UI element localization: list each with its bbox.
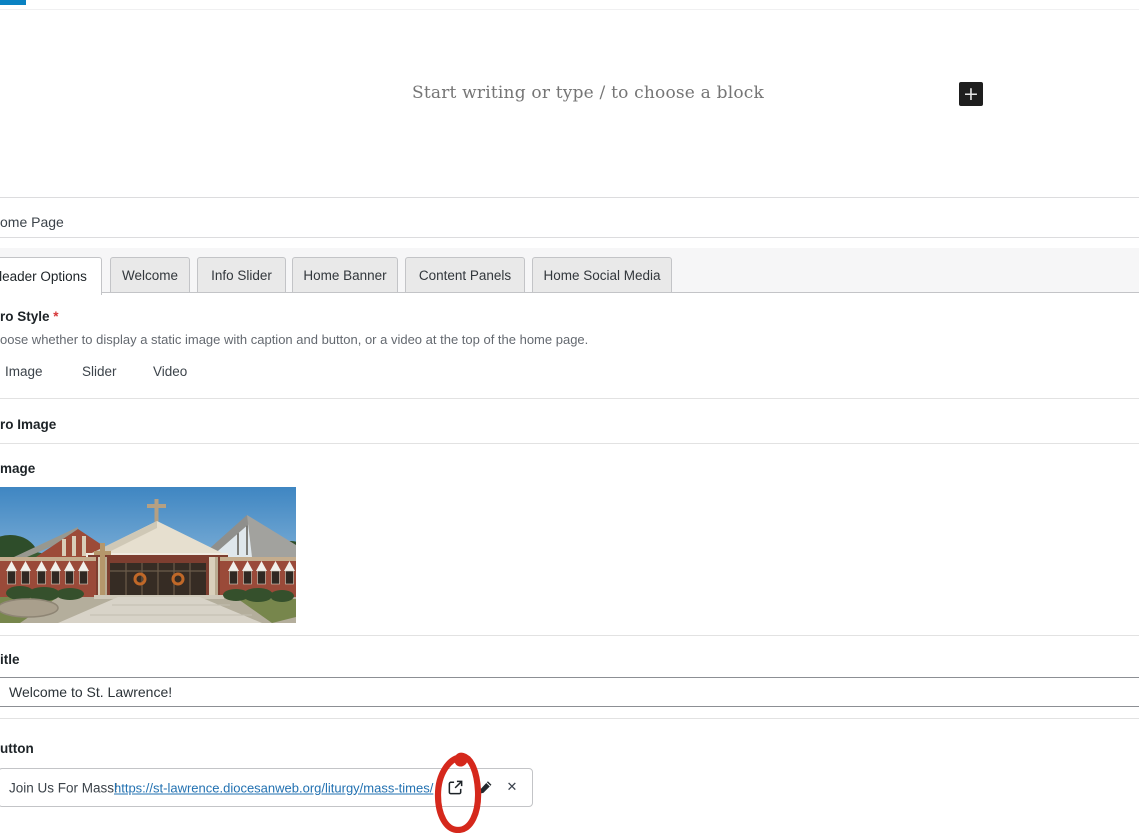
section-divider [0,398,1139,399]
page: Start writing or type / to choose a bloc… [0,0,1139,833]
tab-content-panels[interactable]: Content Panels [405,257,525,293]
radio-label-image: Image [5,364,43,379]
open-link-button[interactable] [445,778,465,798]
radio-circle-video [132,364,147,379]
hero-image-preview[interactable] [0,487,296,623]
tab-info-slider[interactable]: Info Slider [197,257,286,293]
plus-icon: + [963,83,979,105]
remove-link-button[interactable]: ✕ [502,778,522,798]
add-block-button[interactable]: + [959,82,983,106]
tab-home-social-media[interactable]: Home Social Media [532,257,672,293]
edit-link-button[interactable] [475,778,495,798]
hero-style-description: oose whether to display a static image w… [0,332,588,347]
title-input[interactable] [0,677,1139,707]
group-divider [0,443,1139,444]
field-label-image: mage [0,461,35,476]
church-photo [0,487,296,623]
hero-style-label: ro Style [0,309,50,324]
section-divider-3 [0,718,1139,719]
tab-home-banner[interactable]: Home Banner [292,257,398,293]
tab-header-options[interactable]: leader Options [0,257,102,295]
radio-option-video[interactable]: Video [132,364,187,379]
field-label-title: itle [0,652,20,667]
metabox-top-divider [0,197,1139,198]
tab-welcome[interactable]: Welcome [110,257,190,293]
close-icon: ✕ [507,780,518,795]
pencil-icon [477,779,494,796]
metabox-title: ome Page [0,214,64,230]
group-label-hero-image: ro Image [0,417,56,432]
link-title-text: Join Us For Mass! [9,780,118,795]
radio-option-slider[interactable]: Slider [61,364,117,379]
field-label-button: utton [0,741,34,756]
radio-label-slider: Slider [82,364,117,379]
block-placeholder[interactable]: Start writing or type / to choose a bloc… [412,83,764,103]
required-asterisk: * [53,309,58,324]
external-link-icon [447,779,464,796]
radio-label-video: Video [153,364,187,379]
admin-bar-fragment [0,0,26,5]
radio-option-image[interactable]: Image [5,364,43,379]
radio-circle-slider [61,364,76,379]
metabox-title-divider [0,237,1139,238]
field-label-hero-style: ro Style * [0,309,59,324]
link-url[interactable]: https://st-lawrence.diocesanweb.org/litu… [114,780,433,795]
link-field: Join Us For Mass! https://st-lawrence.di… [0,768,533,807]
section-divider-2 [0,635,1139,636]
toolbar-divider [0,9,1139,10]
